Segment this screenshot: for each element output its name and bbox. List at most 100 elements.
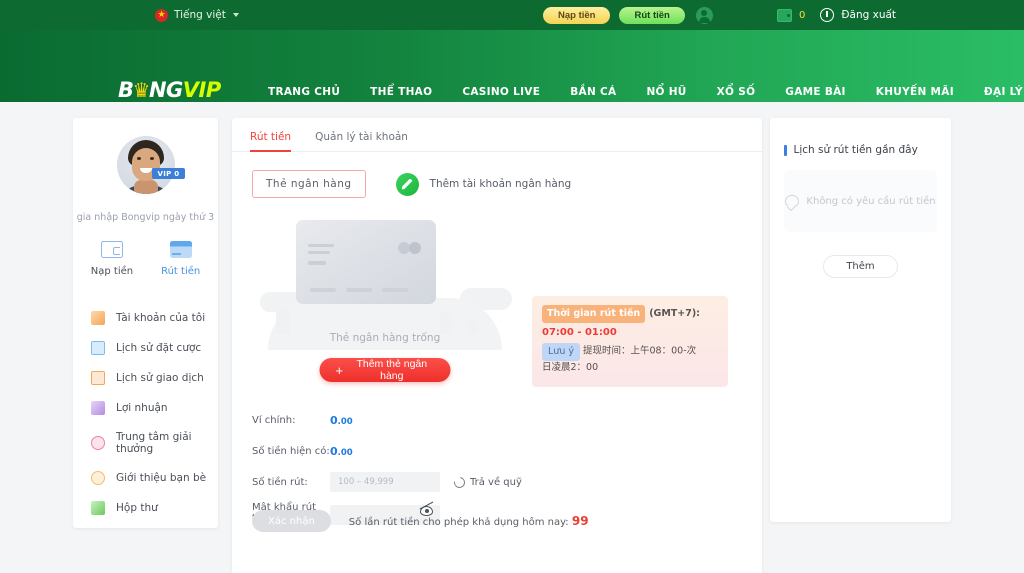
add-bank-account-button[interactable]: Thêm tài khoản ngân hàng bbox=[395, 172, 572, 196]
tab-withdraw[interactable]: Rút tiền bbox=[250, 131, 292, 152]
wallet-icon bbox=[777, 8, 792, 22]
quick-action-withdraw[interactable]: Rút tiền bbox=[161, 241, 200, 277]
empty-state-text: Không có yêu cầu rút tiền bbox=[806, 195, 936, 207]
add-bank-account-label: Thêm tài khoản ngân hàng bbox=[429, 178, 572, 190]
daily-limit-text: Số lần rút tiền cho phép khả dụng hôm na… bbox=[349, 514, 589, 528]
wallet-icon bbox=[100, 241, 123, 258]
method-chip-bank-card[interactable]: Thẻ ngân hàng bbox=[252, 170, 366, 198]
notice-note-tag: Lưu ý bbox=[542, 343, 580, 361]
notice-cn-line-2: 日凌晨2：00 bbox=[542, 361, 599, 373]
empty-card-section: Thẻ ngân hàng trống + Thêm thẻ ngân hàng bbox=[254, 210, 516, 405]
confirm-row: Xác nhận Số lần rút tiền cho phép khả dụ… bbox=[252, 510, 589, 532]
avatar-eye-right bbox=[149, 157, 154, 160]
bet-history-icon bbox=[91, 341, 105, 355]
chevron-down-icon bbox=[232, 13, 239, 17]
quick-action-deposit[interactable]: Nạp tiền bbox=[91, 241, 133, 277]
content-tabs: Rút tiền Quản lý tài khoản bbox=[232, 118, 762, 152]
sidebar-item-label: Tài khoản của tôi bbox=[116, 312, 206, 324]
award-center-icon bbox=[91, 436, 105, 450]
logo-part-3: VIP bbox=[182, 78, 221, 102]
available-balance-label: Số tiền hiện có: bbox=[252, 445, 330, 457]
nav-item-sports[interactable]: THỂ THAO bbox=[370, 82, 432, 102]
withdraw-method-row: Thẻ ngân hàng Thêm tài khoản ngân hàng bbox=[232, 152, 762, 198]
avatar-neck bbox=[133, 180, 158, 194]
site-logo[interactable]: B ♛ NG VIP bbox=[118, 80, 221, 101]
empty-card-illustration bbox=[254, 210, 516, 350]
load-more-button[interactable]: Thêm bbox=[823, 255, 898, 278]
sidebar-item-label: Giới thiệu bạn bè bbox=[116, 472, 207, 484]
power-icon[interactable] bbox=[820, 8, 835, 22]
main-wallet-value: 0.00 bbox=[330, 414, 353, 427]
withdraw-time-notice: Thời gian rút tiền (GMT+7): 07:00 - 01:00… bbox=[532, 296, 728, 387]
return-to-fund-button[interactable]: Trả về quỹ bbox=[451, 474, 522, 490]
plus-icon: + bbox=[335, 362, 344, 378]
refresh-icon bbox=[451, 474, 468, 490]
confirm-button[interactable]: Xác nhận bbox=[252, 510, 331, 532]
sidebar-item-my-account[interactable]: Tài khoản của tôi bbox=[73, 303, 218, 333]
quick-actions: Nạp tiền Rút tiền bbox=[73, 241, 218, 277]
nav-item-casino-live[interactable]: CASINO LIVE bbox=[462, 82, 540, 102]
sidebar-item-label: Hộp thư bbox=[116, 502, 158, 514]
sidebar-item-transaction-history[interactable]: Lịch sử giao dịch bbox=[73, 363, 218, 393]
return-to-fund-label: Trả về quỹ bbox=[470, 476, 522, 488]
sidebar-item-referral[interactable]: Giới thiệu bạn bè bbox=[73, 463, 218, 493]
deposit-button[interactable]: Nạp tiền bbox=[543, 6, 611, 24]
nav-item-agency[interactable]: ĐẠI LÝ bbox=[984, 82, 1023, 102]
pencil-icon bbox=[395, 172, 419, 196]
tree-icon-2 bbox=[440, 312, 452, 334]
bank-card-icon bbox=[169, 241, 192, 258]
add-bank-card-button[interactable]: + Thêm thẻ ngân hàng bbox=[319, 358, 451, 382]
sidebar-item-bet-history[interactable]: Lịch sử đặt cược bbox=[73, 333, 218, 363]
transaction-history-icon bbox=[91, 371, 105, 385]
notice-tag: Thời gian rút tiền bbox=[542, 305, 646, 323]
withdraw-amount-input[interactable] bbox=[330, 472, 440, 492]
main-wallet-label: Ví chính: bbox=[252, 414, 296, 426]
nav-items: TRANG CHỦ THỂ THAO CASINO LIVE BẮN CÁ NỔ… bbox=[268, 82, 1023, 102]
join-date-text: gia nhập Bongvip ngày thứ 3 bbox=[76, 212, 215, 223]
sidebar-item-label: Trung tâm giải thưởng bbox=[116, 431, 192, 455]
add-bank-card-label: Thêm thẻ ngân hàng bbox=[356, 358, 428, 382]
withdraw-history-empty-state: Không có yêu cầu rút tiền bbox=[784, 170, 937, 232]
sidebar-item-mailbox[interactable]: Hộp thư bbox=[73, 493, 218, 523]
sidebar-item-label: Lịch sử đặt cược bbox=[116, 342, 202, 354]
tab-account-management[interactable]: Quản lý tài khoản bbox=[315, 131, 408, 151]
logout-label[interactable]: Đăng xuất bbox=[841, 9, 896, 21]
withdraw-history-panel: Lịch sử rút tiền gần đây Không có yêu cầ… bbox=[770, 118, 951, 522]
card-line-1 bbox=[308, 244, 334, 247]
user-avatar-icon[interactable] bbox=[695, 6, 713, 24]
sidebar-item-award-center[interactable]: Trung tâm giải thưởng bbox=[73, 423, 218, 463]
language-label: Tiếng việt bbox=[174, 9, 226, 21]
language-selector[interactable]: ★ Tiếng việt bbox=[155, 0, 239, 30]
nav-item-fishing[interactable]: BẮN CÁ bbox=[570, 82, 616, 102]
nav-item-card-games[interactable]: GAME BÀI bbox=[785, 82, 845, 102]
main-wallet-row: Ví chính: 0.00 bbox=[252, 410, 732, 430]
card-logo-dots-icon bbox=[398, 242, 422, 254]
logo-part-1: B bbox=[118, 78, 134, 102]
bank-card-placeholder-icon bbox=[296, 220, 436, 304]
avatar[interactable] bbox=[116, 136, 175, 194]
withdraw-button[interactable]: Rút tiền bbox=[619, 6, 685, 24]
nav-item-slots[interactable]: NỔ HŨ bbox=[646, 82, 686, 102]
quick-action-deposit-label: Nạp tiền bbox=[90, 266, 134, 277]
card-line-3 bbox=[308, 261, 326, 265]
title-accent-bar bbox=[784, 144, 787, 156]
card-line-2 bbox=[308, 251, 330, 254]
top-utility-bar: ★ Tiếng việt Nạp tiền Rút tiền 0 Đăng xu… bbox=[0, 0, 1024, 30]
account-icon bbox=[91, 311, 105, 325]
notice-cn-line-1: 提现时间：上午08：00-次 bbox=[583, 345, 697, 357]
page-body: VIP 0 gia nhập Bongvip ngày thứ 3 Nạp ti… bbox=[0, 102, 1024, 573]
vietnam-flag-icon: ★ bbox=[155, 8, 168, 22]
nav-item-lottery[interactable]: XỔ SỐ bbox=[717, 82, 756, 102]
nav-item-promotions[interactable]: KHUYẾN MÃI bbox=[876, 82, 954, 102]
available-balance-value: 0.00 bbox=[330, 445, 353, 458]
notice-time-range: 07:00 - 01:00 bbox=[542, 326, 617, 338]
main-content-panel: Rút tiền Quản lý tài khoản Thẻ ngân hàng… bbox=[232, 118, 762, 573]
daily-limit-label: Số lần rút tiền cho phép khả dụng hôm na… bbox=[348, 517, 569, 528]
mailbox-icon bbox=[91, 501, 105, 515]
withdraw-amount-row: Số tiền rút: Trả về quỹ bbox=[252, 472, 732, 492]
tree-icon-1 bbox=[276, 308, 290, 334]
sidebar-item-profit[interactable]: Lợi nhuận bbox=[73, 393, 218, 423]
available-balance-row: Số tiền hiện có: 0.00 bbox=[252, 441, 732, 461]
sidebar-menu: Tài khoản của tôi Lịch sử đặt cược Lịch … bbox=[73, 303, 218, 523]
nav-item-home[interactable]: TRANG CHỦ bbox=[268, 82, 340, 102]
